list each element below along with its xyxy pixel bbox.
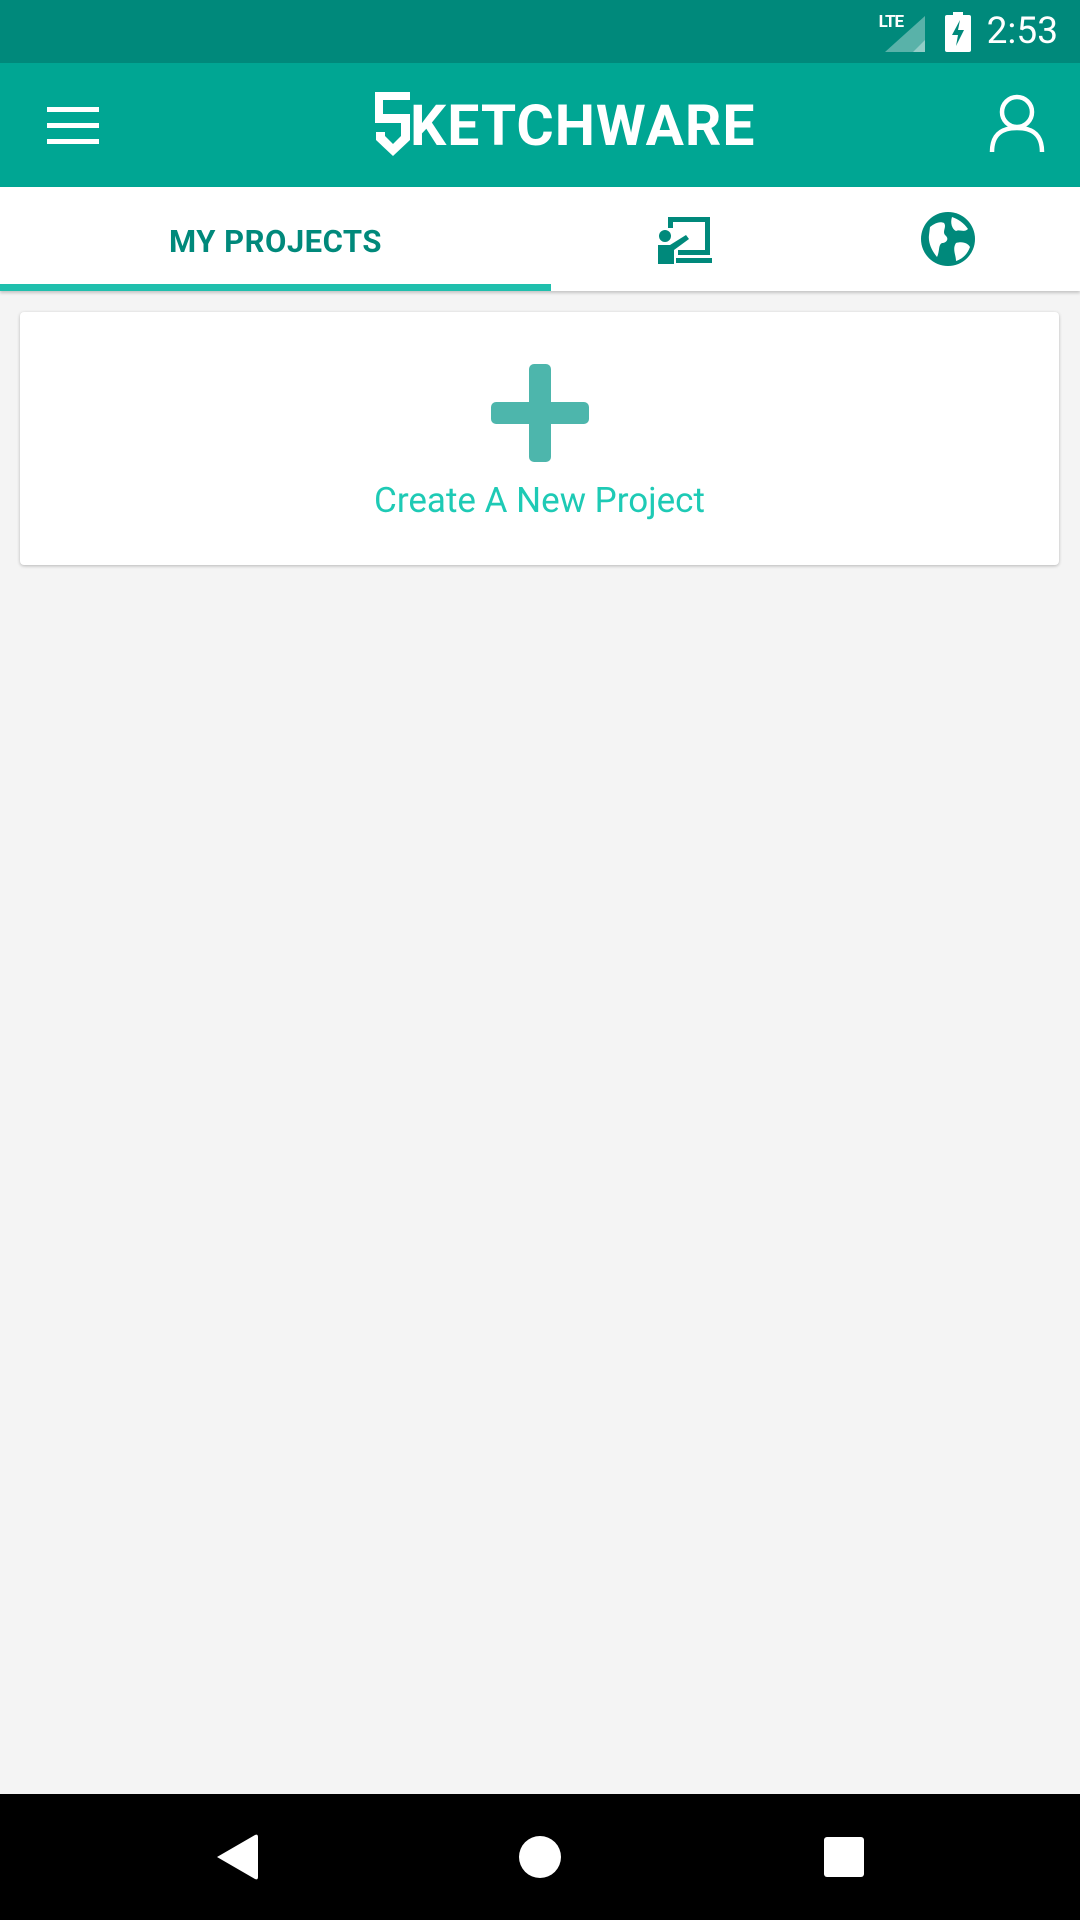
status-bar: LTE 2:53 xyxy=(0,0,1080,63)
logo-text: KETCHWARE xyxy=(410,91,756,159)
sketchware-s-pen-icon xyxy=(375,92,410,156)
user-profile-icon xyxy=(989,94,1045,153)
navigation-bar xyxy=(0,1794,1080,1920)
battery-charging-icon xyxy=(944,11,971,52)
app-bar: KETCHWARE xyxy=(0,63,1080,187)
create-project-card[interactable]: Create A New Project xyxy=(20,312,1059,565)
hamburger-menu-icon xyxy=(47,107,99,144)
network-type-label: LTE xyxy=(878,11,904,32)
plus-icon xyxy=(491,364,589,462)
back-icon xyxy=(217,1834,258,1880)
signal-indicator: LTE xyxy=(877,12,925,52)
tab-selected-indicator xyxy=(0,284,551,291)
tab-bar: MY PROJECTS xyxy=(0,187,1080,291)
status-icons: LTE 2:53 xyxy=(877,0,1058,63)
clock: 2:53 xyxy=(986,10,1058,53)
tab-tutorials[interactable] xyxy=(551,187,816,291)
tab-my-projects-label: MY PROJECTS xyxy=(169,222,382,260)
tab-my-projects[interactable]: MY PROJECTS xyxy=(0,187,551,291)
tab-community[interactable] xyxy=(816,187,1080,291)
create-project-label: Create A New Project xyxy=(374,480,705,521)
recents-button[interactable] xyxy=(804,1817,884,1897)
home-icon xyxy=(519,1836,561,1878)
menu-button[interactable] xyxy=(38,96,108,156)
recents-icon xyxy=(824,1837,864,1877)
home-button[interactable] xyxy=(500,1817,580,1897)
tutorial-icon xyxy=(657,217,712,264)
sketchware-logo: KETCHWARE xyxy=(372,89,756,161)
globe-icon xyxy=(921,212,975,266)
profile-button[interactable] xyxy=(982,89,1052,159)
back-button[interactable] xyxy=(197,1817,277,1897)
